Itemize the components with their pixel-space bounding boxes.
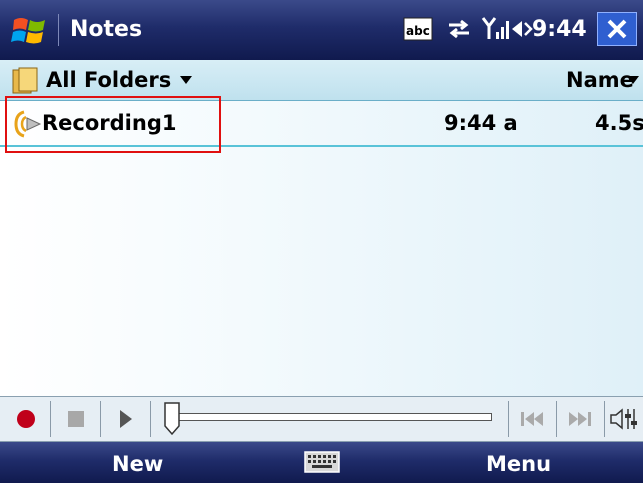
folder-dropdown[interactable]: All Folders: [46, 66, 171, 94]
new-button[interactable]: New: [112, 450, 163, 478]
stop-button[interactable]: [56, 401, 96, 437]
record-icon: [17, 410, 35, 428]
screen: Notes abc 9:44 All Folders Name Recordin…: [0, 0, 643, 483]
recording-length: 4.5s: [595, 111, 643, 135]
title-bar: Notes abc 9:44: [0, 0, 643, 60]
svg-text:abc: abc: [406, 24, 430, 38]
recording-toolbar: [0, 396, 643, 442]
next-button[interactable]: [560, 401, 600, 437]
playback-track[interactable]: [176, 413, 492, 421]
signal-icon[interactable]: [480, 13, 510, 45]
connectivity-icon[interactable]: [443, 13, 475, 45]
toolbar-divider: [508, 401, 509, 437]
clock-time[interactable]: 9:44: [532, 15, 587, 45]
stop-icon: [68, 411, 84, 427]
app-title: Notes: [70, 17, 143, 42]
close-button[interactable]: [597, 12, 637, 46]
toolbar-divider: [50, 401, 51, 437]
play-icon: [120, 410, 132, 428]
softkey-bar: New Menu: [0, 442, 643, 483]
chevron-down-icon[interactable]: [627, 76, 639, 84]
chevron-down-icon[interactable]: [180, 76, 192, 84]
toolbar-divider: [556, 401, 557, 437]
volume-button[interactable]: [607, 401, 641, 437]
previous-button[interactable]: [512, 401, 552, 437]
menu-button[interactable]: Menu: [486, 450, 551, 478]
title-separator: [58, 14, 59, 46]
windows-start-icon[interactable]: [10, 12, 50, 48]
next-track-icon: [569, 412, 591, 426]
folder-header-bar: All Folders Name: [0, 60, 643, 101]
playback-slider-thumb[interactable]: [162, 402, 182, 436]
toolbar-divider: [150, 401, 151, 437]
folder-icon: [12, 67, 38, 94]
highlight-box: [5, 96, 221, 153]
sort-dropdown[interactable]: Name: [566, 66, 634, 94]
recording-time: 9:44 a: [444, 111, 518, 135]
toolbar-divider: [100, 401, 101, 437]
notes-list: Recording1 9:44 a 4.5s: [0, 96, 643, 396]
play-button[interactable]: [106, 401, 146, 437]
toolbar-divider: [604, 401, 605, 437]
volume-icon[interactable]: [510, 13, 534, 45]
close-icon: [607, 19, 627, 39]
input-abc-icon[interactable]: abc: [403, 13, 433, 45]
volume-control-icon: [610, 408, 637, 430]
record-button[interactable]: [6, 401, 46, 437]
previous-track-icon: [521, 412, 543, 426]
list-item[interactable]: Recording1 9:44 a 4.5s: [0, 96, 643, 153]
keyboard-icon[interactable]: [304, 450, 340, 474]
